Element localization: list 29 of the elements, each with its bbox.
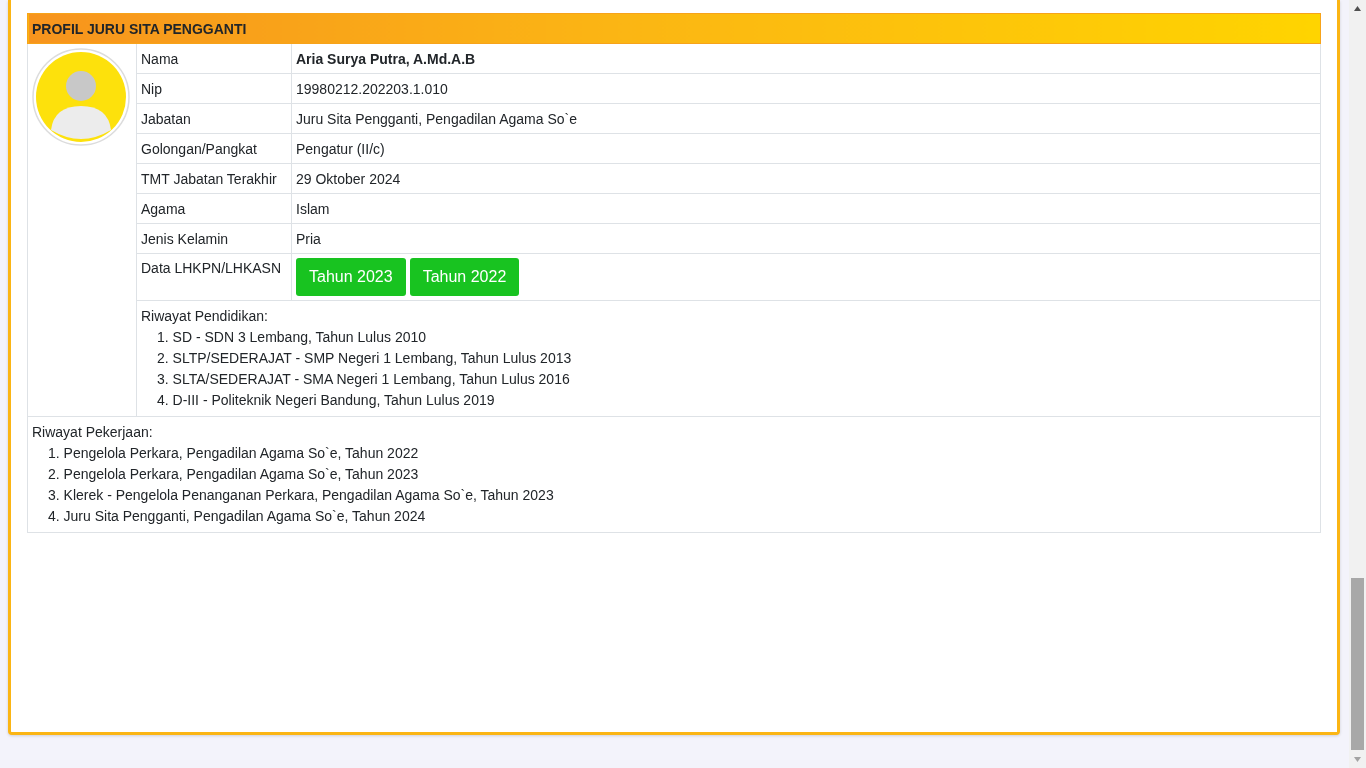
field-value: Aria Surya Putra, A.Md.A.B xyxy=(291,43,1321,74)
field-label: Jabatan xyxy=(136,103,292,134)
work-history-item: 2. Pengelola Perkara, Pengadilan Agama So`e, Tahun 2023 xyxy=(47,465,420,484)
field-label: Golongan/Pangkat xyxy=(136,133,292,164)
education-heading: Riwayat Pendidikan: xyxy=(141,307,269,326)
field-value: Pengatur (II/c) xyxy=(291,133,1321,164)
work-history-item: 4. Juru Sita Pengganti, Pengadilan Agama So`e, Tahun 2024 xyxy=(47,507,427,526)
field-value: Pria xyxy=(291,223,1321,254)
field-label: Agama xyxy=(136,193,292,224)
work-history-item: 1. Pengelola Perkara, Pengadilan Agama So`e, Tahun 2022 xyxy=(47,444,420,463)
education-item: 3. SLTA/SEDERAJAT - SMA Negeri 1 Lembang, Tahun Lulus 2016 xyxy=(156,370,571,389)
education-item: 4. D-III - Politeknik Negeri Bandung, Tahun Lulus 2019 xyxy=(156,391,496,410)
education-item: 1. SD - SDN 3 Lembang, Tahun Lulus 2010 xyxy=(156,328,428,347)
panel-title: PROFIL JURU SITA PENGGANTI xyxy=(27,13,1321,44)
field-label: Nip xyxy=(136,73,292,104)
work-history-heading: Riwayat Pekerjaan: xyxy=(32,423,154,442)
work-history-item: 3. Klerek - Pengelola Penanganan Perkara, Pengadilan Agama So`e, Tahun 2023 xyxy=(47,486,555,505)
report-year-button[interactable]: Tahun 2023 xyxy=(296,258,406,296)
field-value: 19980212.202203.1.010 xyxy=(291,73,1321,104)
report-year-button[interactable]: Tahun 2022 xyxy=(409,258,520,296)
field-label: Jenis Kelamin xyxy=(136,223,292,254)
scrollbar[interactable] xyxy=(1349,0,1366,768)
field-label: TMT Jabatan Terakhir xyxy=(136,163,292,194)
field-label: Nama xyxy=(136,43,292,74)
education-item: 2. SLTP/SEDERAJAT - SMP Negeri 1 Lembang, Tahun Lulus 2013 xyxy=(156,349,573,368)
field-value: Islam xyxy=(291,193,1321,224)
field-value: 29 Oktober 2024 xyxy=(291,163,1321,194)
field-value: Juru Sita Pengganti, Pengadilan Agama So`e xyxy=(291,103,1321,134)
field-label: Data LHKPN/LHKASN xyxy=(136,253,292,301)
